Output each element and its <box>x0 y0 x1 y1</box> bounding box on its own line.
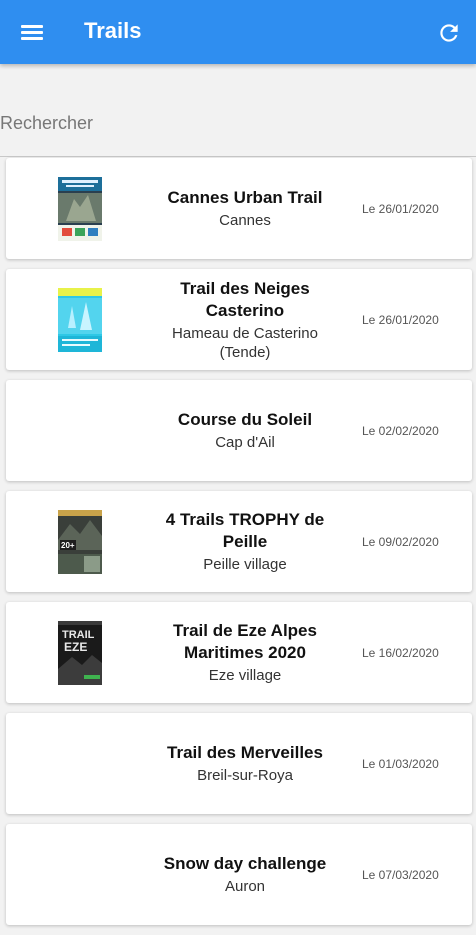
event-info: Snow day challenge Auron <box>156 824 334 925</box>
event-card[interactable]: TRAIL EZE Trail de Eze Alpes Maritimes 2… <box>6 602 472 703</box>
event-date: Le 01/03/2020 <box>362 756 439 771</box>
event-card[interactable]: 20+ 4 Trails TROPHY de Peille Peille vil… <box>6 491 472 592</box>
search-bar <box>0 64 476 157</box>
event-date: Le 02/02/2020 <box>362 423 439 438</box>
event-poster-image <box>58 177 102 241</box>
event-date: Le 26/01/2020 <box>362 201 439 216</box>
event-info: Course du Soleil Cap d'Ail <box>156 380 334 481</box>
event-date: Le 26/01/2020 <box>362 312 439 327</box>
poster-text: 20+ <box>61 541 75 550</box>
event-location: Eze village <box>208 667 282 684</box>
event-name: Trail de Eze Alpes Maritimes 2020 <box>173 621 317 662</box>
event-card[interactable]: Trail des Neiges Casterino Hameau de Cas… <box>6 269 472 370</box>
event-poster-image <box>58 288 102 352</box>
event-location: Hameau de Casterino (Tende) <box>172 324 318 361</box>
event-location: Cannes <box>219 212 271 229</box>
menu-icon[interactable] <box>21 22 45 42</box>
poster-text: EZE <box>64 640 87 654</box>
event-poster-image: 20+ <box>58 510 102 574</box>
event-name: Trail des Merveilles <box>167 743 323 762</box>
event-name: Snow day challenge <box>163 854 327 873</box>
event-name: Cannes Urban Trail <box>167 188 323 207</box>
event-card[interactable]: Cannes Urban Trail Cannes Le 26/01/2020 <box>6 158 472 259</box>
event-date: Le 16/02/2020 <box>362 645 439 660</box>
event-info: 4 Trails TROPHY de Peille Peille village <box>156 491 334 592</box>
app-bar: Trails <box>0 0 476 64</box>
event-date: Le 09/02/2020 <box>362 534 439 549</box>
event-info: Trail des Merveilles Breil-sur-Roya <box>156 713 334 814</box>
event-name: 4 Trails TROPHY de Peille <box>165 510 325 551</box>
event-location: Auron <box>224 878 266 895</box>
refresh-icon[interactable] <box>436 20 462 46</box>
event-location: Cap d'Ail <box>215 434 275 451</box>
event-date: Le 07/03/2020 <box>362 867 439 882</box>
event-card[interactable]: Snow day challenge Auron Le 07/03/2020 <box>6 824 472 925</box>
event-name: Course du Soleil <box>177 410 313 429</box>
event-list: Cannes Urban Trail Cannes Le 26/01/2020 … <box>0 158 476 935</box>
event-info: Trail de Eze Alpes Maritimes 2020 Eze vi… <box>156 602 334 703</box>
page-title: Trails <box>84 18 142 43</box>
event-location: Peille village <box>203 556 287 573</box>
event-info: Cannes Urban Trail Cannes <box>156 158 334 259</box>
event-name: Trail des Neiges Casterino <box>180 278 310 320</box>
event-location: Breil-sur-Roya <box>197 767 293 784</box>
event-card[interactable]: Course du Soleil Cap d'Ail Le 02/02/2020 <box>6 380 472 481</box>
event-card[interactable]: Trail des Merveilles Breil-sur-Roya Le 0… <box>6 713 472 814</box>
event-poster-image: TRAIL EZE <box>58 621 102 685</box>
event-info: Trail des Neiges Casterino Hameau de Cas… <box>156 269 334 370</box>
search-input[interactable] <box>0 106 460 140</box>
